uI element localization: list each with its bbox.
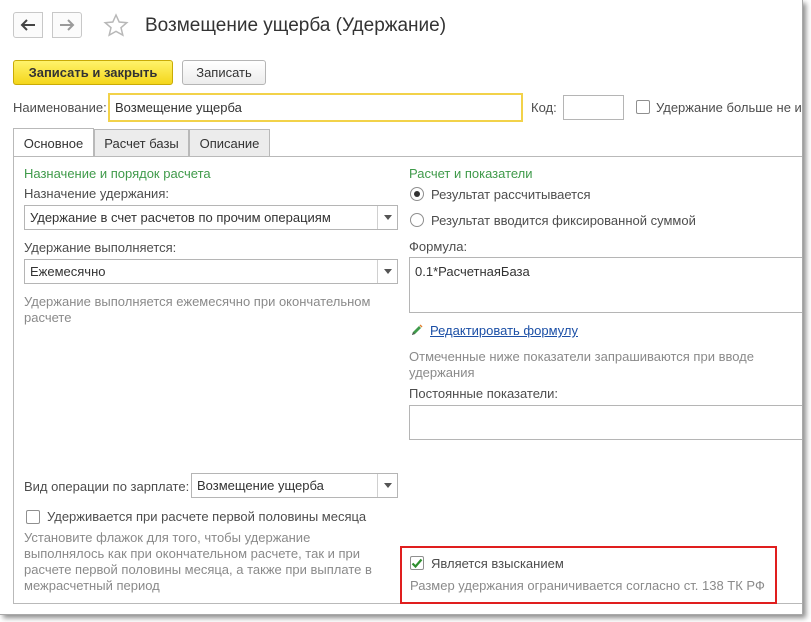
name-label: Наименование: (13, 100, 107, 115)
save-button[interactable]: Записать (182, 60, 266, 85)
radio-calculated-label: Результат рассчитывается (431, 187, 591, 202)
recovery-highlight-box (400, 546, 777, 604)
performed-hint: Удержание выполняется ежемесячно при око… (24, 294, 371, 325)
operation-select-value: Возмещение ущерба (197, 478, 324, 493)
code-input[interactable] (563, 95, 624, 120)
purpose-select-value: Удержание в счет расчетов по прочим опер… (30, 210, 331, 225)
performed-label: Удержание выполняется: (24, 240, 177, 255)
formula-value: 0.1*РасчетнаяБаза (415, 264, 530, 279)
favorite-button[interactable] (102, 12, 130, 40)
arrow-right-icon (60, 19, 75, 31)
operation-label: Вид операции по зарплате: (24, 479, 190, 494)
constant-indicators-table[interactable] (409, 405, 802, 440)
performed-select[interactable]: Ежемесячно (24, 259, 398, 284)
performed-select-value: Ежемесячно (30, 264, 106, 279)
arrow-left-icon (20, 19, 35, 31)
radio-fixed[interactable] (410, 213, 424, 227)
purpose-label: Назначение удержания: (24, 186, 169, 201)
formula-label: Формула: (409, 239, 468, 254)
recovery-label: Является взысканием (431, 556, 564, 571)
chevron-down-icon[interactable] (377, 260, 397, 283)
first-half-hint: Установите флажок для того, чтобы удержа… (24, 530, 372, 593)
no-longer-used-checkbox[interactable] (636, 100, 650, 114)
chevron-down-icon[interactable] (377, 206, 397, 229)
back-button[interactable] (13, 12, 43, 38)
recovery-hint: Размер удержания ограничивается согласно… (410, 578, 765, 593)
formula-textarea[interactable]: 0.1*РасчетнаяБаза (409, 257, 802, 313)
purpose-group-title: Назначение и порядок расчета (24, 166, 211, 181)
save-and-close-button[interactable]: Записать и закрыть (13, 60, 173, 85)
calculation-group-title: Расчет и показатели (409, 166, 533, 181)
tab-description[interactable]: Описание (189, 129, 270, 156)
star-icon (103, 13, 129, 37)
operation-select[interactable]: Возмещение ущерба (191, 473, 398, 498)
tab-base-calculation[interactable]: Расчет базы (94, 129, 189, 156)
purpose-select[interactable]: Удержание в счет расчетов по прочим опер… (24, 205, 398, 230)
indicators-hint: Отмеченные ниже показатели запрашиваются… (409, 349, 754, 380)
tab-main[interactable]: Основное (13, 128, 94, 157)
recovery-checkbox[interactable] (410, 556, 424, 570)
form-window: Возмещение ущерба (Удержание) Записать и… (0, 0, 803, 615)
radio-fixed-label: Результат вводится фиксированной суммой (431, 213, 696, 228)
first-half-label: Удерживается при расчете первой половины… (47, 509, 367, 524)
code-label: Код: (531, 100, 557, 115)
chevron-down-icon[interactable] (377, 474, 397, 497)
forward-button[interactable] (52, 12, 82, 38)
first-half-checkbox[interactable] (26, 510, 40, 524)
page-title: Возмещение ущерба (Удержание) (145, 15, 447, 36)
radio-selected-dot (414, 191, 420, 197)
pencil-icon (410, 323, 424, 337)
name-input[interactable]: Возмещение ущерба (108, 93, 523, 122)
no-longer-used-label: Удержание больше не и (656, 100, 802, 115)
edit-formula-link[interactable]: Редактировать формулу (430, 323, 578, 338)
checkmark-icon (411, 558, 423, 569)
constant-indicators-label: Постоянные показатели: (409, 386, 558, 401)
radio-calculated[interactable] (410, 187, 424, 201)
